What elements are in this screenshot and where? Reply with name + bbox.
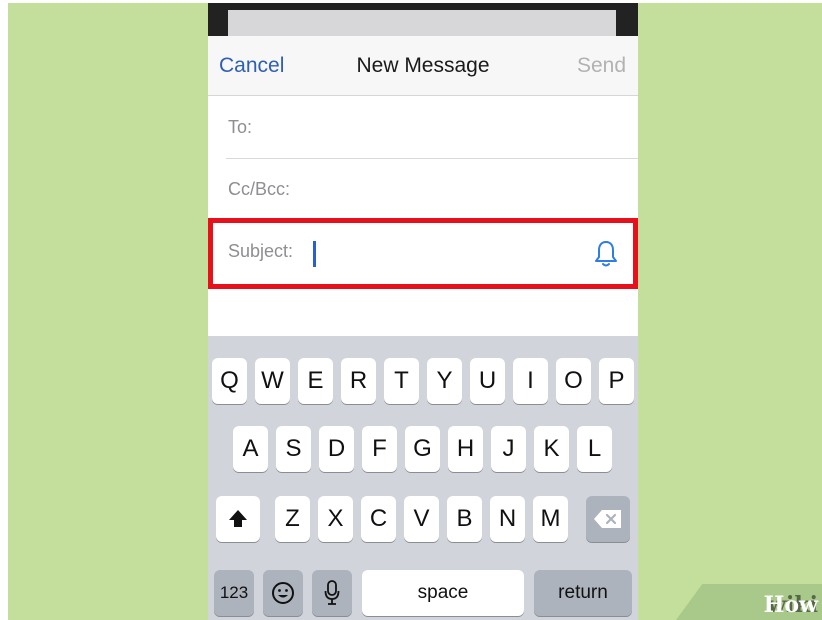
- return-key[interactable]: return: [534, 570, 632, 616]
- phone-screen: Cancel New Message Send To: Cc/Bcc: Subj…: [208, 3, 638, 620]
- shift-key[interactable]: [216, 496, 260, 542]
- key-r[interactable]: R: [341, 358, 376, 404]
- key-x[interactable]: X: [318, 496, 353, 542]
- key-o[interactable]: O: [556, 358, 591, 404]
- key-c[interactable]: C: [361, 496, 396, 542]
- key-s[interactable]: S: [276, 426, 311, 472]
- key-t[interactable]: T: [384, 358, 419, 404]
- status-bar-area: [228, 10, 616, 36]
- microphone-icon: [324, 580, 340, 605]
- numbers-key[interactable]: 123: [214, 570, 254, 616]
- watermark-how: How: [763, 592, 818, 618]
- key-y[interactable]: Y: [427, 358, 462, 404]
- nav-bar: Cancel New Message Send: [208, 36, 638, 96]
- subject-label: Subject:: [228, 241, 294, 261]
- key-v[interactable]: V: [404, 496, 439, 542]
- delete-key[interactable]: [586, 496, 630, 542]
- keyboard: Q W E R T Y U I O P A S D F G H J K L Z …: [208, 336, 638, 620]
- key-j[interactable]: J: [491, 426, 526, 472]
- emoji-icon: [272, 582, 294, 604]
- text-cursor: [313, 241, 316, 267]
- status-bar: [208, 3, 638, 36]
- key-q[interactable]: Q: [212, 358, 247, 404]
- page-title: New Message: [356, 54, 490, 77]
- to-field[interactable]: To:: [208, 97, 638, 159]
- key-m[interactable]: M: [533, 496, 568, 542]
- key-f[interactable]: F: [362, 426, 397, 472]
- key-p[interactable]: P: [599, 358, 634, 404]
- key-k[interactable]: K: [534, 426, 569, 472]
- key-w[interactable]: W: [255, 358, 290, 404]
- subject-field[interactable]: Subject:: [208, 221, 638, 283]
- ccbcc-label: Cc/Bcc:: [228, 179, 291, 199]
- emoji-key[interactable]: [263, 570, 303, 616]
- key-l[interactable]: L: [577, 426, 612, 472]
- key-i[interactable]: I: [513, 358, 548, 404]
- key-g[interactable]: G: [405, 426, 440, 472]
- space-key[interactable]: space: [362, 570, 524, 616]
- bell-icon[interactable]: [592, 239, 620, 269]
- to-label: To:: [228, 117, 253, 137]
- key-n[interactable]: N: [490, 496, 525, 542]
- ccbcc-field[interactable]: Cc/Bcc:: [208, 159, 638, 221]
- shift-icon: [229, 510, 247, 527]
- key-u[interactable]: U: [470, 358, 505, 404]
- key-z[interactable]: Z: [275, 496, 310, 542]
- key-e[interactable]: E: [298, 358, 333, 404]
- send-button[interactable]: Send: [577, 54, 626, 78]
- key-h[interactable]: H: [448, 426, 483, 472]
- key-b[interactable]: B: [447, 496, 482, 542]
- microphone-key[interactable]: [312, 570, 352, 616]
- delete-icon: [594, 510, 621, 528]
- key-d[interactable]: D: [319, 426, 354, 472]
- key-a[interactable]: A: [233, 426, 268, 472]
